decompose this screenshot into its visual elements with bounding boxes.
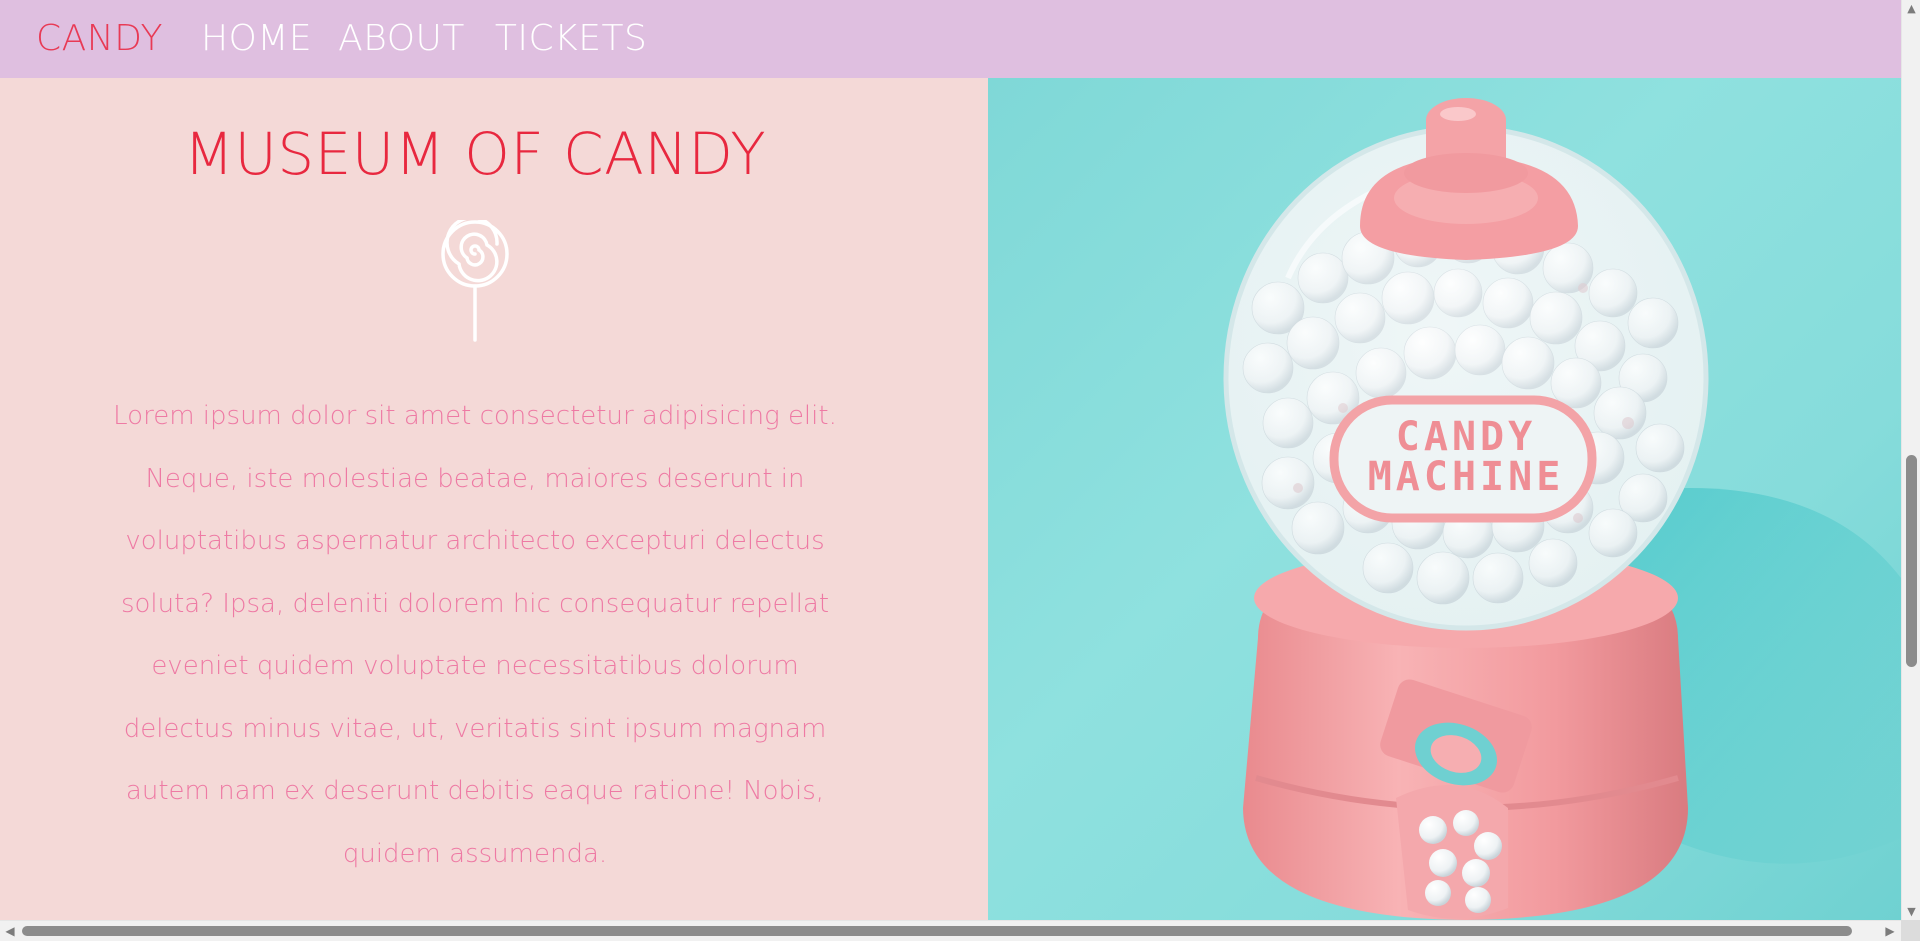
vertical-scrollbar[interactable]: ▲ ▼	[1901, 0, 1920, 920]
brand-logo-link[interactable]: CANDY	[36, 21, 163, 57]
page-title: MUSEUM OF CANDY	[183, 120, 767, 188]
intro-paragraph: Lorem ipsum dolor sit amet consectetur a…	[113, 401, 837, 869]
scroll-left-arrow-icon[interactable]: ◀	[4, 925, 16, 937]
vertical-scroll-thumb[interactable]	[1906, 455, 1917, 667]
nav-link-tickets[interactable]: TICKETS	[495, 21, 647, 57]
top-nav: CANDY HOME ABOUT TICKETS	[0, 0, 1901, 78]
intro-panel: MUSEUM OF CANDY Lorem ipsum dolor sit am…	[0, 78, 988, 920]
scroll-right-arrow-icon[interactable]: ▶	[1884, 925, 1896, 937]
candy-machine-illustration: CANDY MACHINE	[1223, 98, 1901, 920]
machine-label-line2: MACHINE	[1368, 454, 1565, 500]
horizontal-scrollbar[interactable]: ◀ ▶	[0, 920, 1901, 941]
lollipop-icon	[441, 220, 509, 342]
nav-link-home[interactable]: HOME	[201, 21, 312, 57]
scrollbar-corner	[1901, 920, 1920, 941]
horizontal-scroll-thumb[interactable]	[22, 926, 1852, 936]
candy-machine-image: CANDY MACHINE	[988, 78, 1901, 920]
scroll-down-arrow-icon[interactable]: ▼	[1906, 906, 1917, 917]
scroll-up-arrow-icon[interactable]: ▲	[1906, 3, 1917, 14]
nav-link-about[interactable]: ABOUT	[338, 21, 465, 57]
page-viewport: CANDY HOME ABOUT TICKETS MUSEUM OF CANDY…	[0, 0, 1901, 920]
